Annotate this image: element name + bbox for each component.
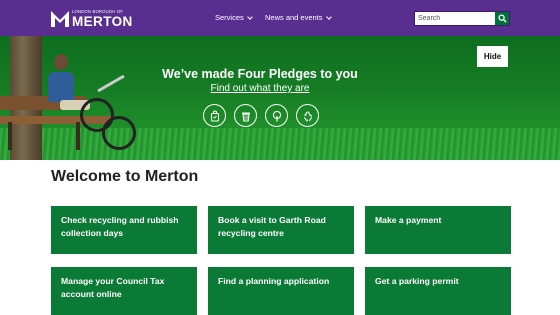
recycle-icon (296, 104, 319, 127)
search-button[interactable] (495, 12, 509, 25)
tree-icon (265, 104, 288, 127)
page-title: Welcome to Merton (51, 168, 199, 185)
pledges-banner: We’ve made Four Pledges to you Find out … (0, 36, 560, 160)
pledge-icons (203, 104, 319, 127)
chevron-down-icon (325, 13, 332, 20)
tile-garth-road-visit[interactable]: Book a visit to Garth Road recycling cen… (208, 206, 354, 254)
search-input[interactable] (415, 12, 495, 25)
grass-background (0, 128, 560, 160)
pledges-link[interactable]: Find out what they are (211, 83, 310, 94)
tile-parking-permit[interactable]: Get a parking permit (365, 267, 511, 315)
merton-m-icon (51, 11, 69, 27)
nav-news-and-events[interactable]: News and events (265, 13, 332, 22)
chevron-down-icon (246, 13, 253, 20)
site-header: LONDON BOROUGH OF MERTON Services News a… (0, 0, 560, 36)
logo-big-text: MERTON (72, 14, 133, 30)
merton-logo[interactable]: LONDON BOROUGH OF MERTON (51, 9, 133, 29)
tile-planning-application[interactable]: Find a planning application (208, 267, 354, 315)
pledges-title: We’ve made Four Pledges to you (162, 67, 358, 81)
tile-make-payment[interactable]: Make a payment (365, 206, 511, 254)
shopping-bag-icon (203, 104, 226, 127)
search-icon (497, 14, 507, 23)
nav-services-label: Services (215, 13, 244, 22)
search-box (414, 11, 510, 26)
bin-icon (234, 104, 257, 127)
tile-recycling-collection[interactable]: Check recycling and rubbish collection d… (51, 206, 197, 254)
nav-news-label: News and events (265, 13, 323, 22)
tile-council-tax[interactable]: Manage your Council Tax account online (51, 267, 197, 315)
hide-button[interactable]: Hide (477, 46, 508, 67)
nav-services[interactable]: Services (215, 13, 253, 22)
